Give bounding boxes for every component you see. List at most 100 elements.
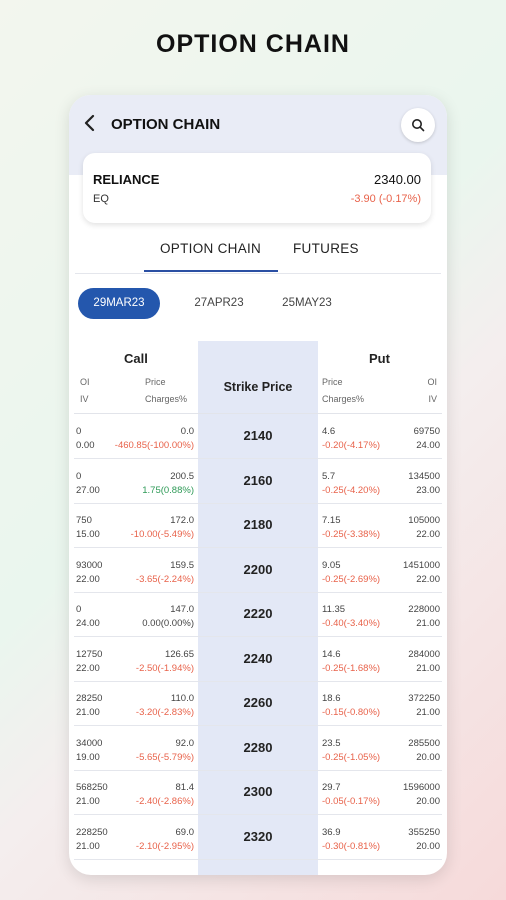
put-change: -0.25(-1.68%) [322, 662, 381, 674]
table-row[interactable]: 12750 22.00 126.65 -2.50(-1.94%) 2240 14.6 -0.… [74, 637, 442, 682]
strike-price: 2240 [243, 650, 273, 666]
put-price: 11.35 [322, 604, 346, 615]
promo-title: OPTION CHAIN [156, 30, 350, 58]
strike-price: 2140 [243, 428, 273, 443]
call-change: -5.65(-5.79%) [135, 751, 194, 763]
put-oi: 69750 [413, 426, 440, 437]
call-price: 172.0 [170, 515, 194, 526]
call-charges-header: Charges% [145, 394, 188, 404]
put-iv: 24.00 [416, 440, 440, 451]
call-oi: 0 [76, 426, 82, 437]
put-oi: 355250 [408, 826, 440, 838]
call-price: 159.5 [170, 559, 194, 571]
tab-bar: OPTION CHAIN FUTURES [75, 231, 441, 274]
call-change: -10.00(-5.49%) [130, 529, 194, 540]
put-price: 14.6 [322, 648, 341, 660]
call-oi: 0 [76, 470, 82, 482]
call-change: -2.50(-1.94%) [135, 662, 194, 674]
strike-price: 2280 [243, 739, 273, 755]
put-iv: 23.00 [416, 484, 440, 496]
call-price: 147.0 [170, 604, 194, 615]
strike-price-header: Strike Price [223, 380, 293, 394]
table-row[interactable]: 34000 19.00 92.0 -5.65(-5.79%) 2280 23.5 -0.25… [74, 726, 442, 771]
call-price: 0.0 [180, 426, 194, 437]
call-price: 110.0 [170, 693, 194, 704]
put-charges-header: Charges% [322, 394, 365, 404]
put-price-header: Price [322, 377, 343, 387]
table-row[interactable]: 750 15.00 172.0 -10.00(-5.49%) 2180 7.15 -0.25… [74, 503, 442, 548]
put-iv: 21.00 [416, 662, 440, 674]
call-iv: 22.00 [76, 573, 100, 585]
put-change: -0.25(-3.38%) [322, 529, 381, 540]
strike-price: 2200 [243, 561, 273, 577]
put-oi-header: OI [427, 377, 437, 387]
call-iv: 24.00 [76, 618, 100, 629]
put-iv-header: IV [428, 394, 437, 404]
stock-change: -3.90 (-0.17%) [350, 193, 421, 205]
stock-price: 2340.00 [374, 172, 421, 187]
put-oi: 372250 [408, 693, 440, 704]
call-oi: 750 [76, 515, 92, 526]
expiry-chip-27apr23[interactable]: 27APR23 [179, 288, 259, 319]
call-change: 0.00(0.00%) [142, 618, 194, 629]
call-iv: 22.00 [76, 662, 100, 674]
call-oi: 0 [76, 604, 82, 615]
put-price: 36.9 [322, 826, 341, 838]
stock-summary-card[interactable]: RELIANCE EQ 2340.00 -3.90 (-0.17%) [83, 153, 431, 223]
call-oi: 12750 [76, 648, 103, 660]
put-iv: 22.00 [416, 573, 440, 585]
expiry-chip-25may23[interactable]: 25MAY23 [262, 288, 352, 319]
table-row[interactable]: 28250 21.00 110.0 -3.20(-2.83%) 2260 18.6 -0.1… [74, 681, 442, 726]
put-oi: 1451000 [403, 559, 440, 571]
call-iv: 27.00 [76, 484, 100, 496]
call-oi-header: OI [80, 377, 90, 387]
put-iv: 20.00 [416, 840, 440, 852]
call-iv: 21.00 [76, 707, 100, 718]
call-price: 200.5 [170, 470, 194, 482]
table-row[interactable]: 0 24.00 147.0 0.00(0.00%) 2220 11.35 -0.40(-3.… [74, 592, 442, 637]
call-iv: 19.00 [76, 751, 100, 763]
put-iv: 20.00 [416, 751, 440, 763]
put-price: 29.7 [322, 782, 341, 793]
option-chain-header: Call Put Strike Price OI IV Price Charge… [74, 341, 442, 414]
strike-price: 2160 [243, 472, 273, 488]
put-change: -0.05(-0.17%) [322, 796, 381, 807]
call-iv: 21.00 [76, 796, 100, 807]
table-row[interactable]: 228250 21.00 69.0 -2.10(-2.95%) 2320 36.9 -0.3… [74, 815, 442, 860]
call-change: -3.65(-2.24%) [135, 573, 194, 585]
put-iv: 21.00 [416, 618, 440, 629]
table-row[interactable]: 0 0.00 0.0 -460.85(-100.00%) 2140 4.6 -0.20(-4… [74, 414, 442, 459]
table-row[interactable]: 0 27.00 200.5 1.75(0.88%) 2160 5.7 -0.25(-4.20… [74, 459, 442, 504]
put-oi: 105000 [408, 515, 440, 526]
expiry-chip-29mar23[interactable]: 29MAR23 [78, 288, 160, 319]
call-price: 126.65 [164, 648, 194, 660]
tab-futures[interactable]: FUTURES [293, 241, 359, 256]
put-iv: 21.00 [416, 707, 440, 718]
put-header: Put [369, 351, 390, 366]
call-change: -2.40(-2.86%) [135, 796, 194, 807]
call-price: 81.4 [175, 782, 195, 793]
put-iv: 22.00 [416, 529, 440, 540]
option-chain-table: Call Put Strike Price OI IV Price Charge… [74, 341, 442, 875]
table-row[interactable]: 93000 22.00 159.5 -3.65(-2.24%) 2200 9.05 -0.2… [74, 548, 442, 593]
active-tab-indicator [144, 270, 278, 272]
table-row[interactable]: 568250 21.00 81.4 -2.40(-2.86%) 2300 29.7 -0.0… [74, 770, 442, 815]
call-iv: 15.00 [76, 529, 100, 540]
strike-price: 2220 [243, 606, 273, 621]
back-button[interactable] [83, 113, 103, 135]
put-iv: 20.00 [416, 796, 440, 807]
put-change: -0.25(-4.20%) [322, 484, 381, 496]
phone-screen: OPTION CHAIN RELIANCE EQ 2340.00 -3.90 (… [69, 95, 447, 875]
tab-option-chain[interactable]: OPTION CHAIN [160, 241, 261, 256]
call-oi: 228250 [76, 826, 108, 838]
put-change: -0.25(-1.05%) [322, 751, 381, 763]
strike-price: 2180 [243, 517, 273, 532]
put-oi: 134500 [408, 470, 440, 482]
put-price: 18.6 [322, 693, 341, 704]
put-price: 9.05 [322, 559, 341, 571]
put-oi: 228000 [408, 604, 440, 615]
search-button[interactable] [401, 108, 435, 142]
call-price: 92.0 [175, 737, 195, 749]
call-oi: 568250 [76, 782, 108, 793]
call-change: -2.10(-2.95%) [135, 840, 194, 852]
